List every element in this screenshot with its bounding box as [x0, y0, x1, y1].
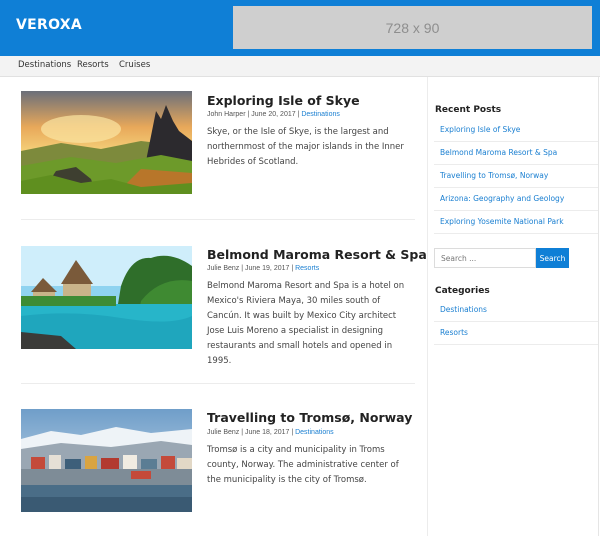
site-header: VEROXA 728 x 90	[0, 0, 600, 56]
search-input[interactable]	[434, 248, 536, 268]
page-edge	[598, 77, 599, 536]
post-author[interactable]: Julie Benz	[207, 265, 239, 272]
recent-post-link[interactable]: Exploring Yosemite National Park	[440, 217, 564, 226]
category-link[interactable]: Resorts	[440, 328, 468, 337]
widget-divider	[434, 233, 598, 234]
widget-divider	[434, 164, 598, 165]
recent-post-link[interactable]: Belmond Maroma Resort & Spa	[440, 148, 557, 157]
main-nav: Destinations Resorts Cruises	[0, 56, 600, 77]
post-date[interactable]: June 18, 2017	[245, 429, 289, 436]
post-excerpt: Tromsø is a city and municipality in Tro…	[207, 445, 399, 485]
widget-divider	[434, 321, 598, 322]
sidebar-divider	[427, 77, 428, 536]
post-author[interactable]: Julie Benz	[207, 429, 239, 436]
post-date[interactable]: June 19, 2017	[245, 265, 289, 272]
post-title[interactable]: Travelling to Tromsø, Norway	[207, 410, 412, 425]
mountain-landscape-image[interactable]	[21, 91, 192, 194]
nav-item-destinations[interactable]: Destinations	[18, 60, 71, 70]
widget-divider	[434, 344, 598, 345]
post-title[interactable]: Exploring Isle of Skye	[207, 93, 360, 108]
search-button[interactable]: Search	[536, 248, 569, 268]
widget-divider	[434, 141, 598, 142]
recent-posts-heading: Recent Posts	[435, 105, 502, 115]
post-meta: Julie Benz | June 18, 2017 | Destination…	[207, 429, 334, 436]
site-logo[interactable]: VEROXA	[16, 17, 82, 33]
post-divider	[21, 383, 415, 384]
ad-banner[interactable]: 728 x 90	[233, 6, 592, 49]
post-author[interactable]: John Harper	[207, 111, 246, 118]
post-category[interactable]: Destinations	[301, 111, 340, 118]
widget-divider	[434, 187, 598, 188]
post-title[interactable]: Belmond Maroma Resort & Spa	[207, 247, 427, 262]
post-divider	[21, 219, 415, 220]
post-category[interactable]: Resorts	[295, 265, 319, 272]
categories-heading: Categories	[435, 286, 490, 296]
recent-post-link[interactable]: Exploring Isle of Skye	[440, 125, 520, 134]
nav-item-cruises[interactable]: Cruises	[119, 60, 150, 70]
recent-post-link[interactable]: Arizona: Geography and Geology	[440, 194, 564, 203]
resort-pool-image[interactable]	[21, 246, 192, 349]
widget-divider	[434, 210, 598, 211]
post-category[interactable]: Destinations	[295, 429, 334, 436]
post-excerpt: Skye, or the Isle of Skye, is the larges…	[207, 127, 404, 167]
post-date[interactable]: June 20, 2017	[251, 111, 295, 118]
post-excerpt: Belmond Maroma Resort and Spa is a hotel…	[207, 281, 405, 366]
city-harbor-image[interactable]	[21, 409, 192, 512]
category-link[interactable]: Destinations	[440, 305, 487, 314]
nav-item-resorts[interactable]: Resorts	[77, 60, 109, 70]
post-meta: Julie Benz | June 19, 2017 | Resorts	[207, 265, 319, 272]
recent-post-link[interactable]: Travelling to Tromsø, Norway	[440, 171, 548, 180]
post-meta: John Harper | June 20, 2017 | Destinatio…	[207, 111, 340, 118]
